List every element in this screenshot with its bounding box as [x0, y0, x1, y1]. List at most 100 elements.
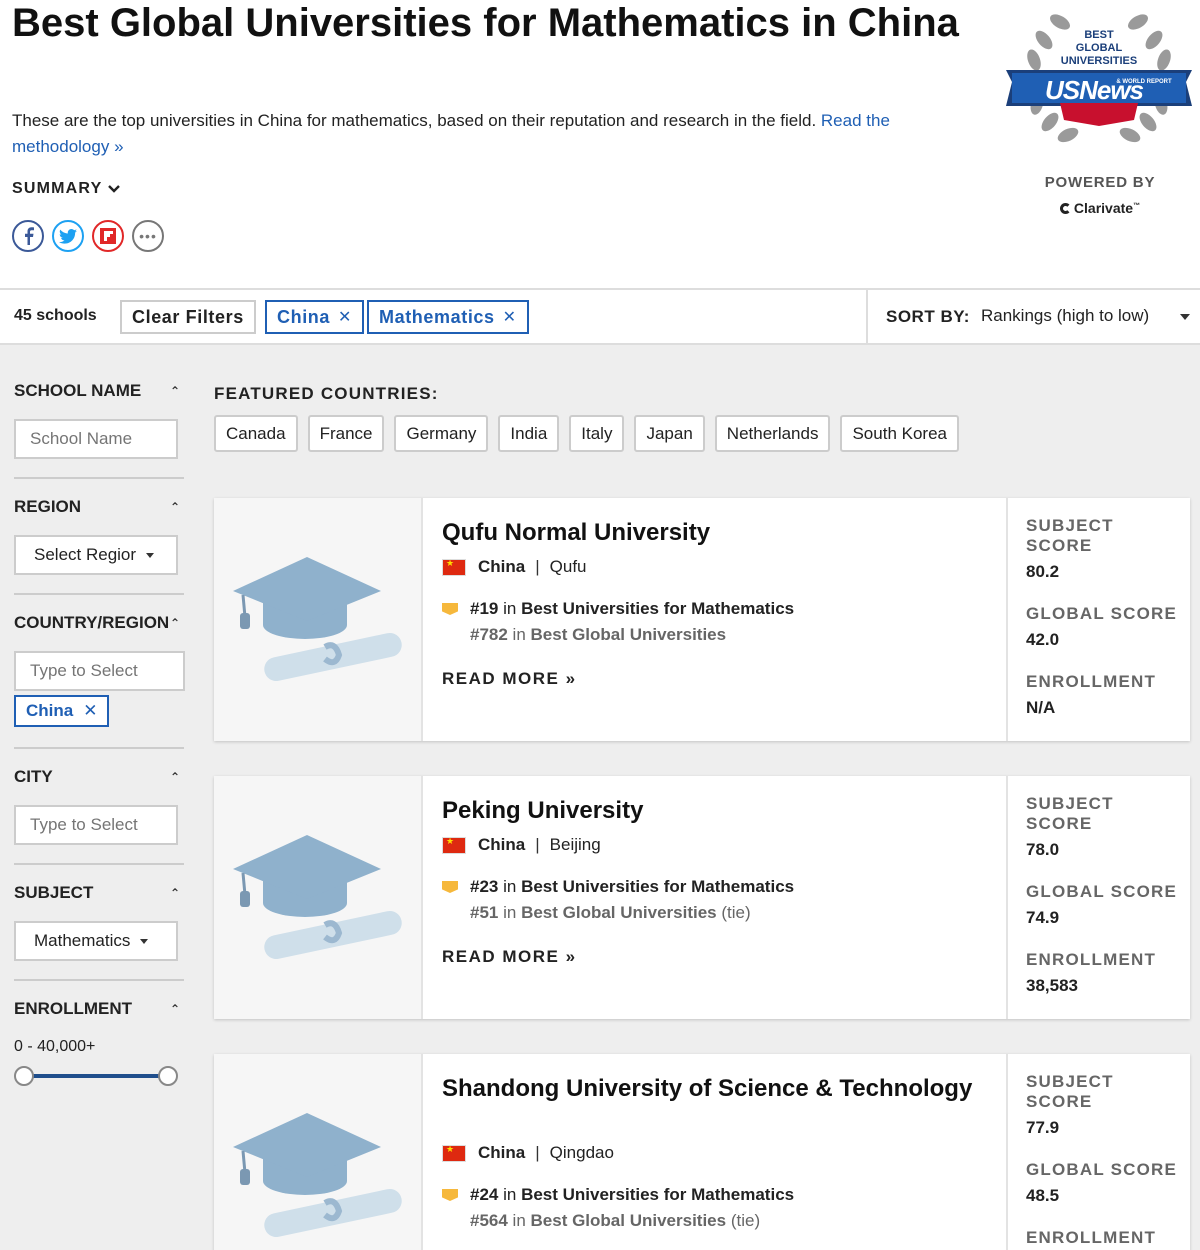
rank-list-link[interactable]: Best Universities for Mathematics [521, 599, 794, 619]
share-bar: ••• [12, 220, 164, 252]
school-image [214, 1054, 423, 1250]
school-image [214, 498, 423, 741]
enrollment-label: ENROLLMENT [1026, 1228, 1157, 1247]
graduation-cap-icon [232, 1112, 402, 1237]
facebook-icon[interactable] [12, 220, 44, 252]
global-score-label: GLOBAL SCORE [1026, 1160, 1178, 1179]
summary-toggle[interactable]: SUMMARY [12, 180, 121, 198]
clarivate-logo: Clarivate™ [1000, 200, 1200, 216]
divider [14, 979, 184, 981]
separator: | [535, 1143, 540, 1162]
select-value: Select Regior [34, 545, 137, 564]
divider [14, 593, 184, 595]
global-rank: #51 in Best Global Universities (tie) [470, 903, 751, 922]
remove-icon[interactable]: ✕ [338, 307, 352, 327]
region-heading[interactable]: REGION ⌃ [14, 497, 184, 517]
intro-body: These are the top universities in China … [12, 111, 817, 130]
global-score-value: 42.0 [1026, 630, 1060, 649]
ribbon-icon [442, 1189, 458, 1201]
rank-number: #23 [470, 877, 499, 896]
enrollment-label: ENROLLMENT [1026, 950, 1157, 969]
country-button[interactable]: Netherlands [714, 415, 831, 452]
region-select[interactable]: Select Regior [14, 535, 178, 575]
select-value: Mathematics [34, 931, 131, 950]
subject-score-value: 80.2 [1026, 562, 1060, 581]
active-filter-mathematics[interactable]: Mathematics ✕ [367, 300, 529, 334]
heading-text: SCHOOL NAME [14, 381, 142, 400]
school-stats: SUBJECT SCORE 80.2 GLOBAL SCORE 42.0 ENR… [1006, 498, 1190, 741]
rank-list-link[interactable]: Best Global Universities [531, 1211, 727, 1230]
divider [14, 863, 184, 865]
flipboard-icon[interactable] [92, 220, 124, 252]
remove-icon[interactable]: ✕ [83, 701, 97, 721]
subject-heading[interactable]: SUBJECT ⌃ [14, 883, 184, 903]
read-more-link[interactable]: READ MORE » [442, 669, 577, 689]
clarivate-icon [1059, 203, 1071, 214]
country-input[interactable] [14, 651, 185, 691]
global-score-label: GLOBAL SCORE [1026, 604, 1178, 623]
school-name-link[interactable]: Qufu Normal University [442, 518, 982, 548]
twitter-icon[interactable] [52, 220, 84, 252]
powered-by-label: POWERED BY [1044, 174, 1156, 191]
country-heading[interactable]: COUNTRY/REGION ⌃ [14, 613, 184, 633]
heading-text: ENROLLMENT [14, 999, 133, 1018]
tie-label: (tie) [721, 903, 751, 922]
school-name-input[interactable] [14, 419, 178, 459]
country-button[interactable]: Germany [394, 415, 489, 452]
city-input[interactable] [14, 805, 178, 845]
enrollment-slider-max-handle[interactable] [158, 1066, 178, 1086]
divider [14, 477, 184, 479]
chevron-up-icon: ⌃ [169, 1002, 180, 1016]
ribbon-icon [442, 603, 458, 615]
intro-text: These are the top universities in China … [12, 108, 952, 160]
graduation-cap-icon [232, 834, 402, 959]
rank-list-link[interactable]: Best Global Universities [521, 903, 717, 922]
subject-rank: #23 in Best Universities for Mathematics [442, 877, 794, 897]
enrollment-slider-min-handle[interactable] [14, 1066, 34, 1086]
city-heading[interactable]: CITY ⌃ [14, 767, 184, 787]
country-button[interactable]: Canada [214, 415, 298, 452]
badge-line3: UNIVERSITIES [1061, 55, 1137, 67]
filter-bar: 45 schools Clear Filters China ✕ Mathemat… [0, 288, 1200, 345]
enrollment-slider-track[interactable] [24, 1074, 168, 1078]
enrollment-value: 38,583 [1026, 976, 1078, 995]
country-chip-china[interactable]: China ✕ [14, 695, 110, 727]
enrollment-heading[interactable]: ENROLLMENT ⌃ [14, 999, 184, 1019]
country-button[interactable]: Japan [634, 415, 705, 452]
caret-down-icon [1180, 314, 1190, 320]
badge-brand: USNews [1045, 75, 1144, 105]
country-button[interactable]: Italy [569, 415, 625, 452]
subject-select[interactable]: Mathematics [14, 921, 178, 961]
featured-countries: Canada France Germany India Italy Japan … [214, 415, 959, 452]
best-global-universities-badge: BEST GLOBAL UNIVERSITIES & WORLD REPORT … [1006, 3, 1192, 147]
featured-countries-heading: FEATURED COUNTRIES: [214, 384, 439, 403]
china-flag-icon [442, 836, 466, 854]
country-button[interactable]: India [498, 415, 560, 452]
rank-number: #24 [470, 1185, 499, 1204]
rank-list-link[interactable]: Best Universities for Mathematics [521, 877, 794, 897]
china-flag-icon [442, 1144, 466, 1162]
country-button[interactable]: France [307, 415, 385, 452]
subject-score-value: 77.9 [1026, 1118, 1060, 1137]
school-location: China | Qufu [442, 557, 587, 577]
clear-filters-button[interactable]: Clear Filters [120, 300, 256, 334]
school-name-link[interactable]: Shandong University of Science & Technol… [442, 1074, 982, 1104]
remove-icon[interactable]: ✕ [503, 307, 517, 327]
rank-list-link[interactable]: Best Universities for Mathematics [521, 1185, 794, 1205]
active-filter-china[interactable]: China ✕ [265, 300, 365, 334]
more-icon[interactable]: ••• [132, 220, 164, 252]
school-card: Qufu Normal University China | Qufu #19 in… [214, 498, 1190, 741]
rank-number: #51 [470, 903, 499, 922]
dropdown-arrow-icon [140, 938, 149, 944]
chip-label: China [26, 701, 74, 720]
rank-list-link[interactable]: Best Global Universities [531, 625, 727, 644]
sort-value[interactable]: Rankings (high to low) [981, 306, 1149, 326]
read-more-link[interactable]: READ MORE » [442, 947, 577, 967]
graduation-cap-icon [232, 556, 402, 681]
school-name-heading[interactable]: SCHOOL NAME ⌃ [14, 381, 184, 401]
chevron-up-icon: ⌃ [169, 384, 180, 398]
school-name-link[interactable]: Peking University [442, 796, 982, 826]
sort-control[interactable]: SORT BY: Rankings (high to low) [866, 290, 1200, 343]
country-button[interactable]: South Korea [840, 415, 959, 452]
badge-line2: GLOBAL [1076, 42, 1123, 54]
